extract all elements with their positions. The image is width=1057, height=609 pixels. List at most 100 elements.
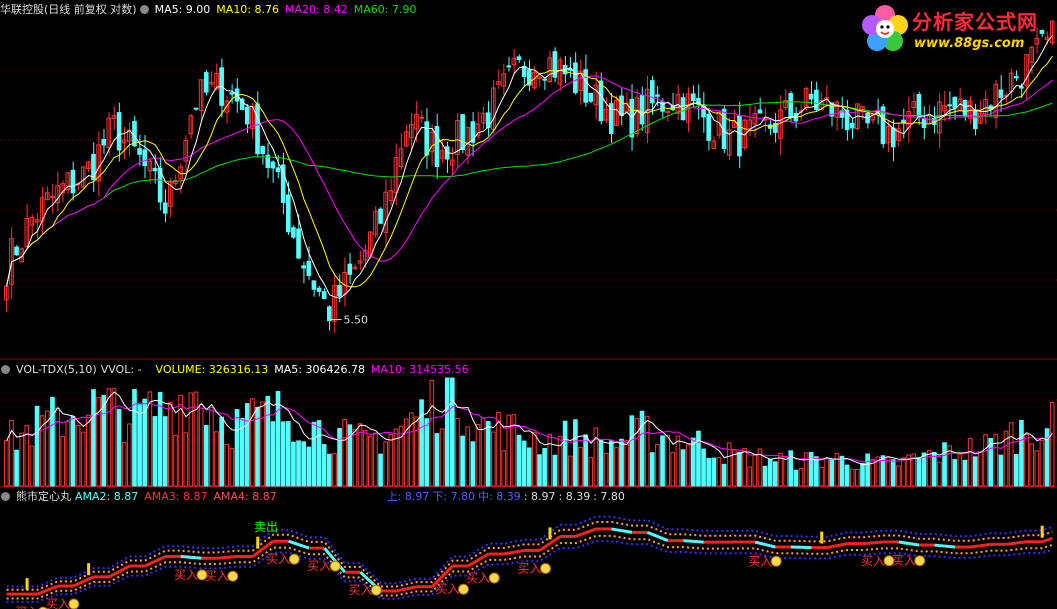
volume-bar — [50, 396, 55, 487]
volume-bar — [629, 415, 635, 487]
candle-body — [101, 138, 107, 146]
upper-value: 上: 8.97 — [386, 490, 430, 503]
volume-bar — [434, 433, 440, 487]
buy-signal-label: 买入 — [266, 552, 290, 566]
trend-line-segment — [406, 586, 412, 591]
candle-body — [962, 100, 968, 117]
volume-bar — [86, 414, 91, 487]
volume-bar — [260, 401, 265, 487]
volume-bar — [244, 403, 250, 487]
volume-bar — [388, 434, 394, 487]
volume-bar — [747, 466, 753, 487]
candle-body — [142, 149, 148, 167]
trend-line-segment — [826, 545, 833, 550]
candle-body — [542, 78, 547, 81]
candle-body — [137, 148, 142, 155]
trend-line-segment — [411, 585, 418, 590]
volume-bar — [326, 453, 332, 487]
volume-bar — [706, 458, 712, 487]
volume-bar — [783, 455, 788, 487]
volume-bar — [193, 391, 199, 487]
volume-bar — [547, 433, 553, 487]
volume-bar — [378, 453, 383, 487]
trend-line-segment — [503, 551, 510, 556]
volume-bar — [819, 466, 824, 487]
trend-line-segment — [303, 544, 310, 550]
trend-line-segment — [159, 555, 167, 561]
buy-signal-label: 买入 — [307, 559, 331, 573]
volume-bar — [957, 453, 963, 487]
volume-bar — [393, 428, 399, 487]
candle-body — [260, 145, 265, 154]
volume-bar — [952, 459, 958, 487]
volume-bar — [680, 449, 686, 487]
trend-line-segment — [970, 544, 976, 549]
trend-line-segment — [759, 541, 766, 546]
ma60-value: MA60: 7.90 — [353, 3, 417, 16]
volume-bar — [311, 421, 317, 487]
stock-chart[interactable]: 5.50买入买入买入买入买入买入买入买入买入买入买入买入买入卖出 — [0, 0, 1057, 609]
trend-line-segment — [293, 541, 300, 547]
buy-signal-label: 买入 — [205, 569, 229, 583]
volume-bar — [655, 443, 660, 487]
volume-bar — [34, 405, 40, 487]
volume-bar — [485, 421, 491, 487]
candle-body — [275, 167, 281, 173]
volume-bar — [198, 403, 204, 487]
volume-bar — [865, 453, 870, 487]
volume-bar — [439, 428, 445, 487]
settings-dot-icon[interactable] — [1, 492, 10, 501]
settings-dot-icon[interactable] — [139, 5, 149, 14]
volume-bar — [614, 447, 619, 487]
trend-line-segment — [441, 570, 449, 578]
volume-bar — [470, 441, 476, 487]
volume-bar — [844, 464, 850, 487]
volume-bar — [1049, 401, 1055, 487]
volume-bar — [685, 444, 691, 487]
money-bag-icon — [914, 555, 926, 567]
volume-bar — [937, 461, 942, 487]
volume-bar — [608, 440, 614, 487]
trend-line-segment — [52, 584, 59, 590]
volume-bar — [183, 432, 189, 487]
trend-line-segment — [646, 530, 654, 536]
trend-line-segment — [549, 538, 556, 545]
candle-body — [921, 117, 927, 128]
volume-bar — [665, 435, 670, 487]
candle-body — [255, 103, 260, 155]
candle-body — [321, 291, 327, 299]
volume-bar — [972, 456, 978, 487]
volume-bar — [501, 450, 506, 487]
volume-bar — [562, 420, 568, 487]
candle-body — [788, 93, 794, 118]
candle-body — [639, 95, 645, 125]
volume-bar — [639, 410, 645, 487]
candle-body — [229, 92, 235, 95]
candle-body — [203, 72, 209, 93]
volume-bar — [229, 448, 235, 487]
trend-line-segment — [482, 552, 490, 559]
volume-bar — [270, 421, 276, 487]
settings-dot-icon[interactable] — [1, 365, 10, 374]
candle-body — [849, 122, 855, 129]
signal-tick-mark — [548, 527, 552, 540]
series-value-3: : 7.80 — [593, 490, 625, 503]
trend-line-segment — [251, 551, 259, 558]
volume-bar — [737, 452, 742, 487]
volume-bar — [14, 449, 19, 487]
volume-bar — [265, 395, 271, 487]
volume-bar — [121, 442, 127, 487]
candle-body — [506, 65, 512, 68]
volume-bar — [767, 458, 773, 487]
volume-bar — [855, 468, 860, 487]
volume-bar — [742, 448, 747, 487]
volume-bar — [1019, 420, 1024, 487]
trend-line-segment — [764, 543, 771, 548]
volume-bar — [773, 461, 778, 487]
trend-line-segment — [256, 547, 264, 554]
buy-signal-label: 买入 — [174, 568, 198, 582]
trend-line-segment — [538, 545, 546, 552]
candle-body — [690, 93, 696, 102]
volume-bar — [1034, 450, 1040, 487]
volume-bar — [383, 441, 389, 487]
